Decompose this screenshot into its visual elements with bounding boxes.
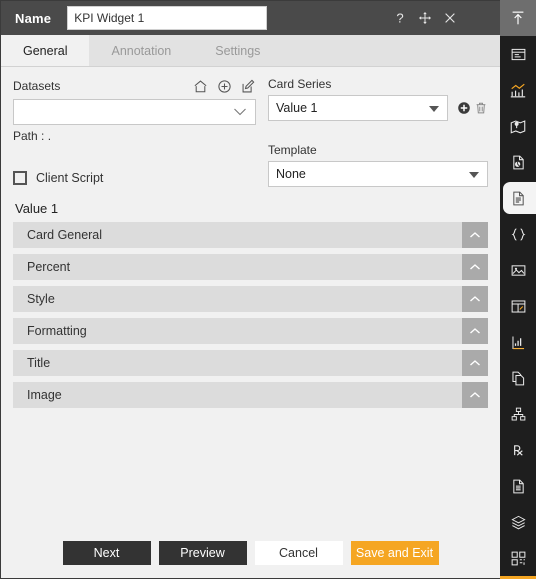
add-circle-icon[interactable]	[457, 101, 471, 115]
sidebar-item-list[interactable]	[500, 468, 536, 504]
add-circle-icon[interactable]	[217, 79, 232, 94]
widget-name-input[interactable]	[67, 6, 268, 30]
dialog-body: Datasets Path: . Client Script Card Ser…	[1, 67, 500, 530]
sidebar-item-report[interactable]	[500, 144, 536, 180]
accordion-style[interactable]: Style	[13, 286, 488, 312]
tab-general[interactable]: General	[1, 35, 90, 66]
chevron-down-icon	[234, 108, 246, 116]
svg-text:?: ?	[396, 11, 403, 25]
path-value: .	[47, 129, 52, 143]
accordion-image[interactable]: Image	[13, 382, 488, 408]
card-series-row: Value 1	[268, 95, 488, 121]
title-bar: Name ?	[1, 1, 500, 35]
name-label: Name	[15, 10, 52, 26]
accordion-label: Style	[27, 292, 55, 306]
template-block: Template None	[268, 143, 488, 187]
chevron-up-icon[interactable]	[462, 318, 488, 344]
chevron-up-icon[interactable]	[462, 254, 488, 280]
dialog-window: Name ? General Annotation	[0, 0, 500, 579]
accordion-title[interactable]: Title	[13, 350, 488, 376]
sidebar-item-dashboard[interactable]	[500, 288, 536, 324]
sidebar-item-qr[interactable]	[500, 540, 536, 576]
tab-strip: General Annotation Settings	[1, 35, 500, 67]
sidebar-item-map[interactable]	[500, 108, 536, 144]
accordion-label: Title	[27, 356, 51, 370]
sidebar-item-layers[interactable]	[500, 504, 536, 540]
card-series-select[interactable]: Value 1	[268, 95, 448, 121]
sidebar-collapse[interactable]	[500, 0, 536, 36]
trash-icon[interactable]	[474, 101, 488, 115]
series-column: Card Series Value 1 Template None	[256, 77, 488, 187]
datasets-toolbar	[193, 79, 256, 94]
accordion-label: Image	[27, 388, 62, 402]
path-row: Path : .	[13, 129, 256, 143]
client-script-label: Client Script	[36, 171, 104, 185]
accordion-formatting[interactable]: Formatting	[13, 318, 488, 344]
value-section-title: Value 1	[15, 201, 59, 216]
client-script-checkbox[interactable]	[13, 171, 27, 185]
sidebar-item-pages[interactable]	[500, 360, 536, 396]
sidebar-item-chart[interactable]	[500, 72, 536, 108]
edit-square-icon[interactable]	[241, 79, 256, 94]
footer-actions: Next Preview Cancel Save and Exit	[1, 530, 500, 578]
template-label: Template	[268, 143, 317, 157]
preview-button[interactable]: Preview	[158, 541, 247, 565]
top-fields-row: Datasets Path: . Client Script Card Ser…	[13, 77, 488, 187]
chevron-up-icon[interactable]	[462, 222, 488, 248]
caret-down-icon	[429, 106, 439, 112]
card-series-value: Value 1	[276, 101, 318, 115]
chevron-up-icon[interactable]	[462, 382, 488, 408]
caret-down-icon	[469, 172, 479, 178]
card-series-label: Card Series	[268, 77, 332, 91]
path-label: Path :	[13, 129, 45, 143]
move-arrows-icon[interactable]	[417, 10, 433, 26]
chevron-up-icon[interactable]	[462, 286, 488, 312]
datasets-label: Datasets	[13, 79, 61, 93]
cancel-button[interactable]: Cancel	[254, 541, 343, 565]
datasets-select[interactable]	[13, 99, 256, 125]
home-icon[interactable]	[193, 79, 208, 94]
accordion-percent[interactable]: Percent	[13, 254, 488, 280]
tab-settings[interactable]: Settings	[193, 35, 282, 66]
sidebar-item-image[interactable]	[500, 252, 536, 288]
titlebar-actions: ?	[392, 1, 458, 35]
sidebar-item-hierarchy[interactable]	[500, 396, 536, 432]
sidebar-item-linechart[interactable]	[500, 324, 536, 360]
template-value: None	[276, 167, 306, 181]
right-sidebar	[500, 0, 536, 579]
value-accordion: Card General Percent Style Formatting Ti…	[13, 222, 488, 408]
datasets-column: Datasets Path: . Client Script	[13, 77, 256, 187]
sidebar-item-rx[interactable]	[500, 432, 536, 468]
close-icon[interactable]	[442, 10, 458, 26]
accordion-label: Card General	[27, 228, 103, 242]
sidebar-item-document[interactable]	[500, 180, 536, 216]
sidebar-item-code[interactable]	[500, 216, 536, 252]
sidebar-item-panel[interactable]	[500, 36, 536, 72]
tab-annotation[interactable]: Annotation	[89, 35, 193, 66]
datasets-header: Datasets	[13, 77, 256, 95]
accordion-label: Formatting	[27, 324, 87, 338]
kpi-widget-dialog: Name ? General Annotation	[0, 0, 536, 579]
accordion-card-general[interactable]: Card General	[13, 222, 488, 248]
accordion-label: Percent	[27, 260, 71, 274]
help-question-icon[interactable]: ?	[392, 10, 408, 26]
client-script-row[interactable]: Client Script	[13, 171, 256, 185]
chevron-up-icon[interactable]	[462, 350, 488, 376]
next-button[interactable]: Next	[62, 541, 151, 565]
card-series-actions	[457, 101, 488, 115]
template-select[interactable]: None	[268, 161, 488, 187]
save-and-exit-button[interactable]: Save and Exit	[350, 541, 439, 565]
